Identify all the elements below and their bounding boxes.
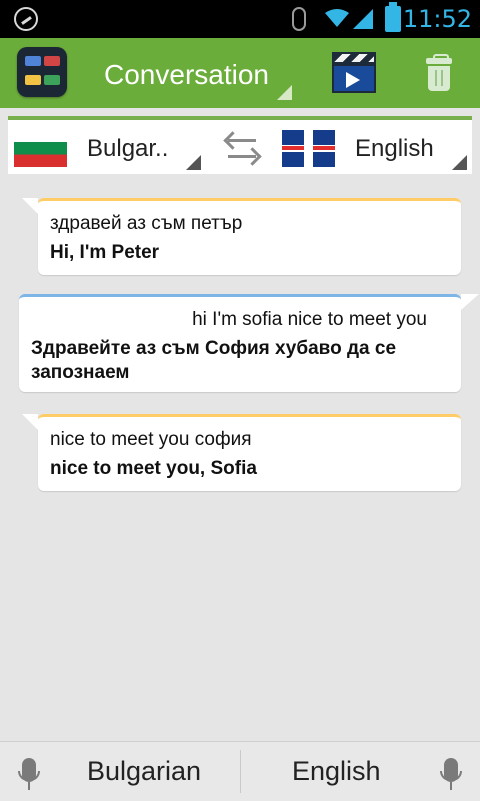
app-toolbar: Conversation bbox=[0, 38, 480, 108]
message-source-text: здравей аз съм петър bbox=[50, 213, 243, 234]
speak-english-button[interactable]: English bbox=[292, 756, 381, 787]
target-language-select[interactable]: English bbox=[355, 135, 434, 163]
message-translation-text: Здравейте аз съм София хубаво да се запо… bbox=[31, 338, 397, 383]
language-selector-bar: Bulgar.. English bbox=[8, 116, 472, 174]
bubble-tail bbox=[22, 198, 38, 214]
wifi-icon bbox=[325, 9, 349, 27]
bulgaria-flag-icon[interactable] bbox=[14, 130, 67, 167]
flag-tile bbox=[25, 75, 41, 85]
voice-input-bar: Bulgarian English bbox=[0, 741, 480, 801]
bluetooth-icon bbox=[292, 7, 306, 31]
play-icon bbox=[346, 72, 360, 88]
video-clapper-icon[interactable] bbox=[332, 52, 376, 94]
bottom-divider bbox=[240, 750, 241, 793]
uk-flag-icon[interactable] bbox=[282, 130, 335, 167]
trash-line bbox=[441, 70, 443, 86]
chevron-down-icon[interactable] bbox=[186, 155, 201, 170]
trash-line bbox=[435, 70, 437, 86]
flag-tile bbox=[25, 56, 41, 66]
chevron-down-icon[interactable] bbox=[452, 155, 467, 170]
flag-tile bbox=[44, 56, 60, 66]
uk-flag-stripe bbox=[307, 130, 311, 167]
swap-arrow-head bbox=[223, 131, 242, 150]
uk-flag-stripe bbox=[282, 146, 335, 150]
source-language-select[interactable]: Bulgar.. bbox=[87, 135, 168, 163]
message-translation-text: nice to meet you, Sofia bbox=[50, 458, 257, 479]
trash-can bbox=[428, 66, 450, 91]
conversation-message[interactable]: hi I'm sofia nice to meet you Здравейте … bbox=[19, 294, 479, 392]
conversation-message[interactable]: nice to meet you софия nice to meet you,… bbox=[22, 414, 461, 491]
message-translation-text: Hi, I'm Peter bbox=[50, 242, 160, 263]
message-source-text: hi I'm sofia nice to meet you bbox=[192, 309, 427, 330]
bubble-tail bbox=[461, 294, 479, 310]
flag-tile bbox=[44, 75, 60, 85]
clock: 11:52 bbox=[402, 5, 472, 33]
trash-lid bbox=[426, 58, 452, 64]
swap-arrow-head bbox=[243, 147, 262, 166]
flags-app-icon[interactable] bbox=[17, 47, 67, 97]
microphone-icon[interactable] bbox=[440, 758, 462, 790]
trash-icon[interactable] bbox=[424, 53, 454, 92]
message-source-text: nice to meet you софия bbox=[50, 429, 252, 450]
signal-icon bbox=[353, 9, 373, 29]
status-bar: 11:52 bbox=[0, 0, 480, 38]
microphone-icon[interactable] bbox=[18, 758, 40, 790]
speak-bulgarian-button[interactable]: Bulgarian bbox=[87, 756, 201, 787]
screen-title[interactable]: Conversation bbox=[104, 59, 269, 91]
bubble-tail bbox=[22, 414, 38, 430]
clapper-top bbox=[332, 52, 376, 64]
conversation-message[interactable]: здравей аз съм петър Hi, I'm Peter bbox=[22, 198, 461, 275]
dropdown-caret-icon[interactable] bbox=[277, 85, 292, 100]
battery-icon bbox=[385, 2, 401, 32]
swap-arrows-icon[interactable] bbox=[222, 128, 262, 168]
app-status-icon bbox=[14, 7, 38, 31]
